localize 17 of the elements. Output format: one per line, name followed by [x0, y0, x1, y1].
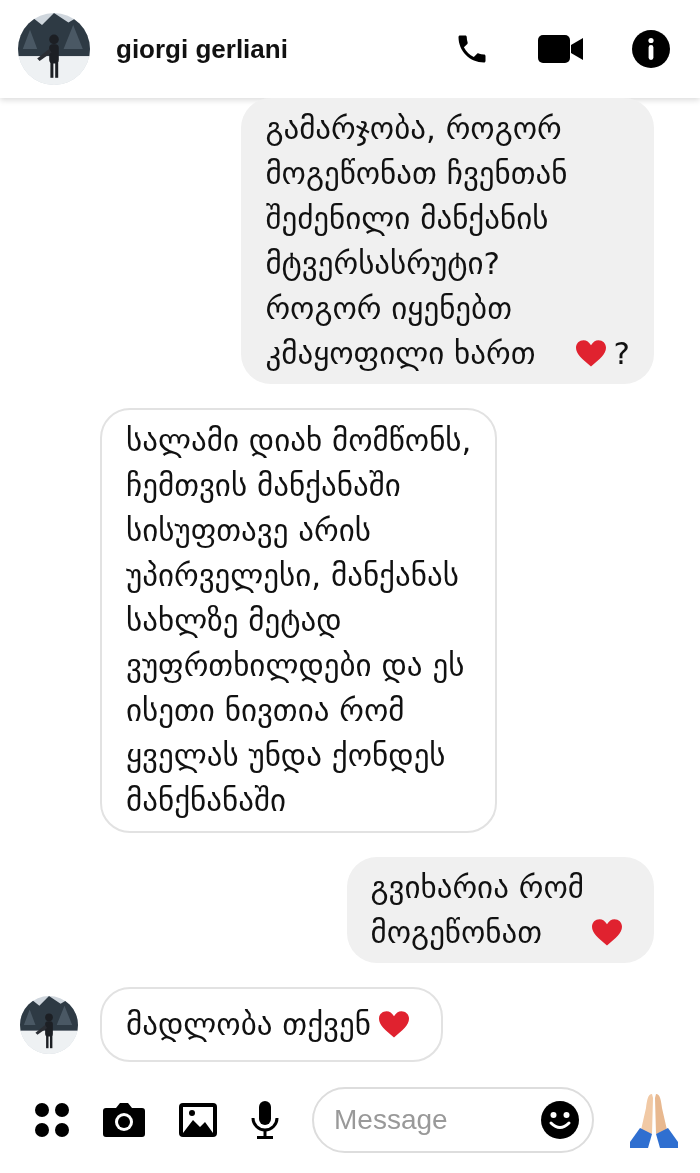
menu-dots-icon[interactable]: [34, 1102, 70, 1138]
heart-icon: [378, 1011, 409, 1039]
contact-name: giorgi gerliani: [116, 33, 289, 65]
heart-icon: [592, 919, 622, 947]
message-text: მადლობა თქვენ: [126, 1005, 371, 1044]
info-icon[interactable]: [632, 30, 670, 68]
message-text: სალამი დიახ მომწონს, ჩემთვის მანქანაში სისუფთავე არის უპირველესი, მანქანას სახლზე მეტად ვუფრთხილდები და ეს ისეთი ნივთია რომ ყველას უნდა ქონდეს მანქნანაში: [126, 421, 472, 820]
heart-icon: [575, 340, 606, 368]
camera-icon[interactable]: [102, 1102, 146, 1138]
message-text: გამარჯობა, როგორ მოგეწონათ ჩვენთან შეძენილი მანქანის მტვერსასრუტი? როგორ იყენებთ კმაყოფილი ხართ: [265, 109, 568, 373]
message-text: ?: [613, 334, 630, 373]
image-icon[interactable]: [178, 1102, 218, 1138]
message-text: გვიხარია რომ მოგეწონათ: [370, 868, 584, 952]
microphone-icon[interactable]: [250, 1100, 280, 1140]
smiley-icon[interactable]: [540, 1100, 580, 1140]
video-camera-icon[interactable]: [538, 33, 584, 65]
message-field[interactable]: Message: [312, 1087, 594, 1153]
